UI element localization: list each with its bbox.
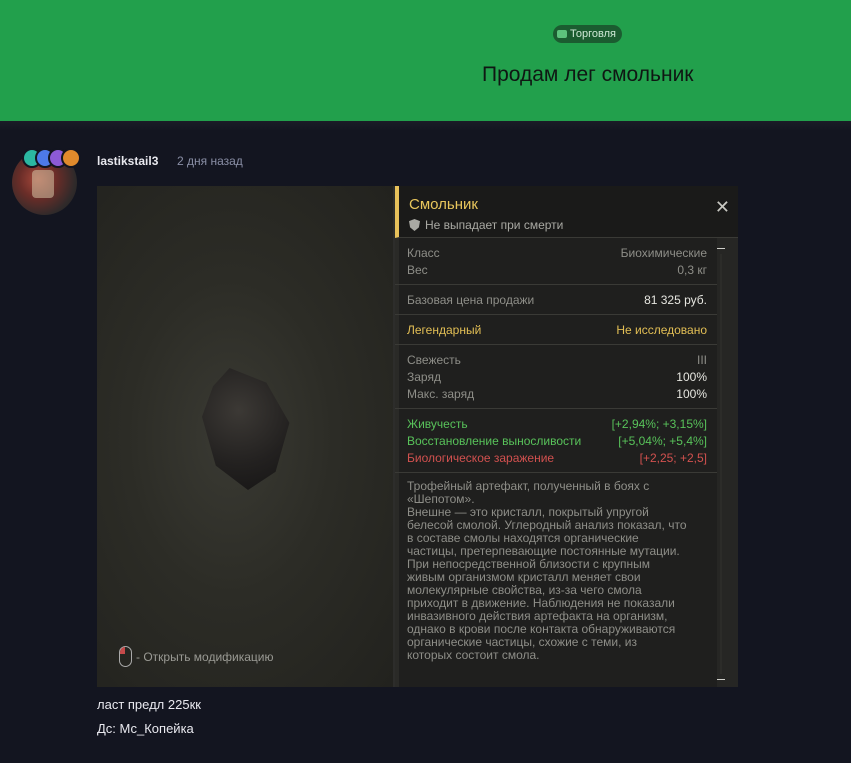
stat-label: Живучесть bbox=[407, 417, 468, 431]
stats-section-effects: Живучесть [+2,94%; +3,15%] Восстановлени… bbox=[395, 409, 717, 473]
stat-row: Легендарный Не исследовано bbox=[407, 322, 707, 339]
skull-badge-icon[interactable] bbox=[61, 148, 81, 168]
post-text-line: Дс: Мс_Копейка bbox=[97, 721, 194, 736]
stat-row: Класс Биохимические bbox=[407, 245, 707, 262]
stat-row: Макс. заряд 100% bbox=[407, 386, 707, 403]
header-shadow bbox=[0, 121, 851, 131]
scrollbar-track[interactable] bbox=[720, 254, 722, 674]
post-timestamp[interactable]: 2 дня назад bbox=[177, 154, 243, 168]
close-icon[interactable]: ✕ bbox=[715, 198, 730, 216]
post-text-line: ласт предл 225кк bbox=[97, 697, 201, 712]
scrollbar[interactable] bbox=[717, 248, 728, 680]
stat-row: Вес 0,3 кг bbox=[407, 262, 707, 279]
description-line: которых состоит смола. bbox=[407, 648, 540, 662]
stat-label: Биологическое заражение bbox=[407, 451, 555, 465]
stat-row: Заряд 100% bbox=[407, 369, 707, 386]
avatar-figure bbox=[32, 170, 54, 198]
scrollbar-bottom-cap bbox=[717, 679, 725, 680]
stat-value: [+2,94%; +3,15%] bbox=[611, 417, 707, 431]
stat-row: Живучесть [+2,94%; +3,15%] bbox=[407, 416, 707, 433]
stats-section-charge: Свежесть III Заряд 100% Макс. заряд 100% bbox=[395, 345, 717, 409]
stat-value: III bbox=[696, 353, 707, 367]
stat-value: Биохимические bbox=[620, 246, 707, 260]
stats-section-class: Класс Биохимические Вес 0,3 кг bbox=[395, 238, 717, 285]
category-tag[interactable]: Торговля bbox=[553, 25, 622, 43]
stat-label: Свежесть bbox=[407, 353, 461, 367]
stat-value: [+2,25; +2,5] bbox=[639, 451, 707, 465]
stats-section-price: Базовая цена продажи 81 325 руб. bbox=[395, 285, 717, 315]
shield-icon bbox=[409, 219, 420, 231]
stat-label: Класс bbox=[407, 246, 440, 260]
stat-value: 0,3 кг bbox=[677, 263, 707, 277]
mouse-hint: - Открыть модификацию bbox=[119, 646, 274, 667]
stat-label: Макс. заряд bbox=[407, 387, 475, 401]
stat-row: Свежесть III bbox=[407, 352, 707, 369]
mouse-icon bbox=[119, 646, 132, 667]
item-info-panel: Смольник Не выпадает при смерти ✕ Класс … bbox=[393, 186, 738, 687]
item-preview: - Открыть модификацию bbox=[97, 186, 393, 687]
item-name: Смольник bbox=[409, 196, 478, 213]
stat-value: Не исследовано bbox=[616, 323, 707, 337]
no-drop-text: Не выпадает при смерти bbox=[425, 218, 564, 232]
shop-icon bbox=[557, 30, 567, 38]
stat-label: Вес bbox=[407, 263, 428, 277]
thread-header: Торговля Продам лег смольник bbox=[0, 0, 851, 122]
stat-row: Восстановление выносливости [+5,04%; +5,… bbox=[407, 433, 707, 450]
item-description: Трофейный артефакт, полученный в боях с … bbox=[395, 473, 717, 662]
stat-value: 100% bbox=[676, 387, 707, 401]
stats-section-rarity: Легендарный Не исследовано bbox=[395, 315, 717, 345]
stat-label: Заряд bbox=[407, 370, 441, 384]
stat-label: Легендарный bbox=[407, 323, 482, 337]
stat-value: [+5,04%; +5,4%] bbox=[618, 434, 707, 448]
thread-title: Продам лег смольник bbox=[482, 63, 694, 86]
artifact-rock-image bbox=[202, 368, 290, 490]
stat-row: Биологическое заражение [+2,25; +2,5] bbox=[407, 450, 707, 467]
username[interactable]: lastikstail3 bbox=[97, 154, 158, 168]
stat-label: Восстановление выносливости bbox=[407, 434, 582, 448]
category-tag-label: Торговля bbox=[570, 28, 616, 40]
stat-value: 81 325 руб. bbox=[644, 293, 707, 307]
scrollbar-top-cap bbox=[717, 248, 725, 249]
stat-label: Базовая цена продажи bbox=[407, 293, 535, 307]
item-stats: Класс Биохимические Вес 0,3 кг Базовая ц… bbox=[395, 238, 717, 662]
no-drop-label: Не выпадает при смерти bbox=[409, 218, 563, 232]
item-screenshot[interactable]: - Открыть модификацию Смольник Не выпада… bbox=[97, 186, 738, 687]
stat-row: Базовая цена продажи 81 325 руб. bbox=[407, 292, 707, 309]
stat-value: 100% bbox=[676, 370, 707, 384]
mouse-hint-label: - Открыть модификацию bbox=[136, 649, 274, 664]
item-info-header: Смольник Не выпадает при смерти ✕ bbox=[395, 186, 738, 238]
